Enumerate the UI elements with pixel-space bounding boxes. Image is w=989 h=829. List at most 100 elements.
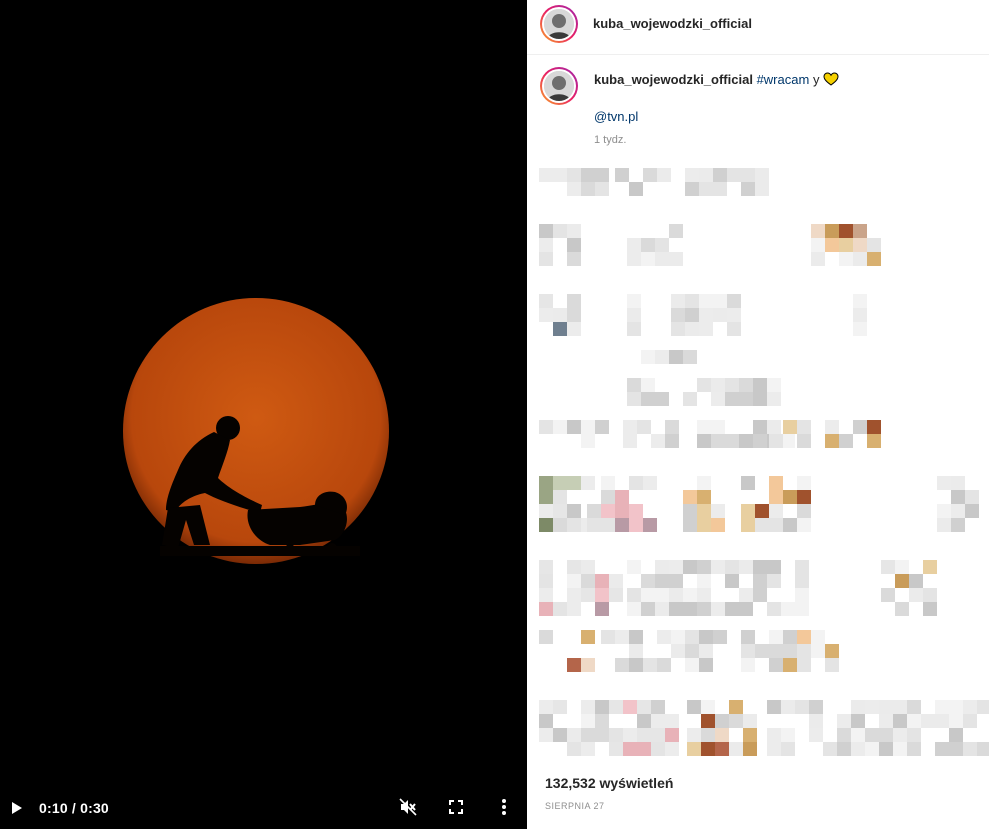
pixel-block [753, 574, 767, 588]
pixel-block [811, 238, 825, 252]
pixel-block [699, 168, 713, 182]
pixel-block [637, 714, 651, 728]
pixel-block [655, 574, 669, 588]
pixel-block [637, 728, 651, 742]
pixel-block [741, 644, 755, 658]
more-options-button[interactable] [494, 795, 514, 819]
pixel-block [553, 308, 567, 322]
pixel-block [629, 504, 643, 518]
pixel-block [921, 714, 935, 728]
pixel-block [685, 182, 699, 196]
pixel-block [609, 728, 623, 742]
pixel-block [769, 518, 783, 532]
pixel-block [539, 476, 553, 490]
pixel-block [641, 252, 655, 266]
caption-mention[interactable]: @tvn.pl [594, 109, 638, 124]
pixel-block [629, 644, 643, 658]
pixel-block [643, 168, 657, 182]
video-time: 0:10 / 0:30 [39, 800, 109, 816]
pixel-block [651, 714, 665, 728]
caption-avatar[interactable] [540, 67, 578, 105]
pixel-block [567, 658, 581, 672]
play-button[interactable] [8, 797, 26, 819]
pixel-block [851, 728, 865, 742]
pixel-block [665, 728, 679, 742]
pixel-block [581, 742, 595, 756]
pixel-block [595, 714, 609, 728]
pixel-block [753, 378, 767, 392]
pixel-block [741, 168, 755, 182]
pixel-block [713, 182, 727, 196]
pixel-block [655, 392, 669, 406]
pixel-block [683, 588, 697, 602]
fullscreen-button[interactable] [446, 795, 466, 819]
pixel-block [623, 434, 637, 448]
caption-username[interactable]: kuba_wojewodzki_official [594, 72, 753, 87]
pixel-block [881, 588, 895, 602]
pixel-block [623, 420, 637, 434]
pixel-block [753, 434, 767, 448]
pixel-block [711, 378, 725, 392]
view-count[interactable]: 132,532 wyświetleń [545, 775, 673, 791]
pixel-block [713, 294, 727, 308]
pixel-block [837, 714, 851, 728]
video-player[interactable]: 0:10 / 0:30 [0, 0, 527, 829]
caption-hashtag[interactable]: #wracam [757, 72, 810, 87]
pixel-block [581, 420, 595, 434]
pixel-block [581, 630, 595, 644]
pixel-block [697, 560, 711, 574]
pixel-block [783, 518, 797, 532]
pixel-block [949, 742, 963, 756]
pixel-block [581, 560, 595, 574]
pixel-block [581, 728, 595, 742]
pixel-block [665, 742, 679, 756]
pixel-block [753, 420, 767, 434]
pixel-block [809, 714, 823, 728]
pixel-block [615, 168, 629, 182]
pixel-block [665, 434, 679, 448]
mute-button[interactable] [396, 795, 420, 819]
pixel-block [951, 518, 965, 532]
pixel-block [609, 742, 623, 756]
pixel-block [907, 728, 921, 742]
pixel-block [601, 490, 615, 504]
pixel-block [627, 378, 641, 392]
pixel-block [781, 742, 795, 756]
pixel-block [909, 588, 923, 602]
post-username[interactable]: kuba_wojewodzki_official [593, 16, 752, 31]
pixel-block [567, 238, 581, 252]
pixel-block [539, 560, 553, 574]
pixel-block [783, 420, 797, 434]
pixel-block [609, 700, 623, 714]
pixel-block [949, 714, 963, 728]
pixel-block [595, 420, 609, 434]
pixel-block [797, 518, 811, 532]
pixel-block [581, 574, 595, 588]
pixel-block [539, 714, 553, 728]
pixel-block [553, 700, 567, 714]
pixel-block [795, 700, 809, 714]
pixel-block [809, 700, 823, 714]
yellow-heart-icon [823, 72, 839, 86]
pixel-block [781, 700, 795, 714]
pixel-block [699, 322, 713, 336]
pixel-block [825, 238, 839, 252]
pixel-block [853, 224, 867, 238]
pixel-block [965, 504, 979, 518]
pixel-block [909, 574, 923, 588]
pixel-block [669, 602, 683, 616]
pixel-block [825, 420, 839, 434]
pixel-block [895, 602, 909, 616]
pixel-block [923, 588, 937, 602]
pixel-block [567, 560, 581, 574]
pixel-block [797, 630, 811, 644]
pixel-block [711, 504, 725, 518]
avatar[interactable] [540, 5, 578, 43]
pixel-block [581, 588, 595, 602]
pixel-block [781, 728, 795, 742]
pixel-block [739, 560, 753, 574]
pixel-block [567, 602, 581, 616]
pixel-block [853, 308, 867, 322]
pixel-block [627, 238, 641, 252]
pixel-block [665, 714, 679, 728]
